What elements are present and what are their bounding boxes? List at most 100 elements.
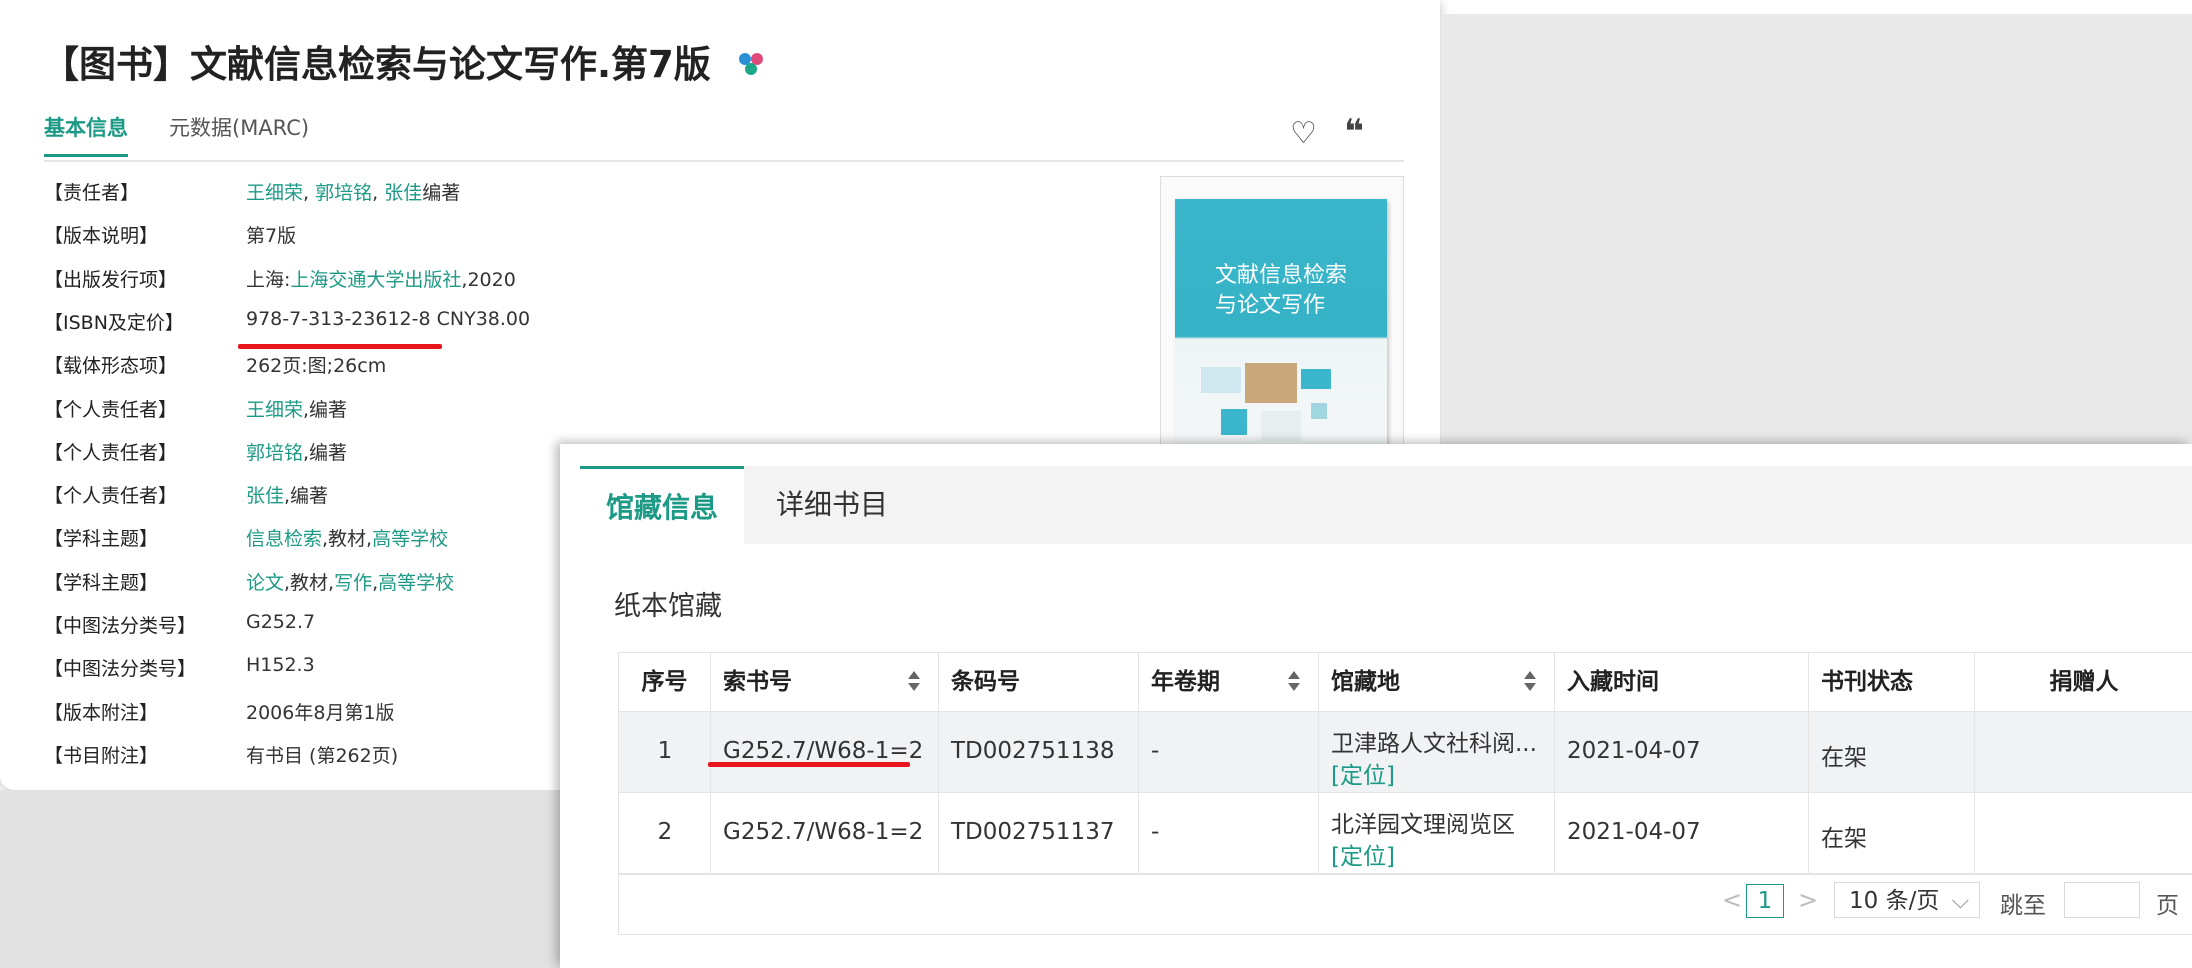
field-value: 张佳,编著 [246, 481, 328, 508]
cell-volume-text: - [1151, 738, 1160, 764]
field-text: 编著 [422, 182, 461, 204]
book-title-text: 【图书】文献信息检索与论文写作.第7版 [42, 43, 711, 86]
tab-details[interactable]: 详细书目 [750, 466, 914, 544]
favorite-icon[interactable]: ♡ [1290, 116, 1317, 151]
table-header: 序号 索书号 条码号 年卷期 馆藏地 入藏时间 书刊状态 捐赠人 [619, 653, 2192, 712]
field-link[interactable]: 张佳 [246, 485, 284, 507]
field-text: ,编著 [303, 398, 348, 421]
field-label: 【个人责任者】 [44, 441, 178, 464]
cover-graphic [1201, 363, 1331, 441]
field-value: 2006年8月第1版 [246, 698, 395, 725]
field-link[interactable]: 高等学校 [372, 528, 448, 550]
field-label: 【个人责任者】 [44, 485, 178, 508]
record-tabs: 基本信息 元数据(MARC) [44, 112, 1404, 162]
field-text: 262页:图;26cm [246, 355, 387, 378]
page-size-select[interactable]: 10 条/页 ⌵ [1834, 882, 1980, 918]
sort-icon[interactable] [908, 671, 920, 693]
page-1-button[interactable]: 1 [1746, 884, 1784, 918]
field-text: ,2020 [461, 268, 516, 291]
cite-icon[interactable]: ❝ [1344, 112, 1364, 152]
field-link[interactable]: 高等学校 [378, 572, 454, 594]
tab-basic-info[interactable]: 基本信息 [44, 112, 128, 157]
col-location-label: 馆藏地 [1331, 669, 1400, 695]
cell-status-text: 在架 [1821, 745, 1867, 771]
field-value: 论文,教材,写作,高等学校 [246, 568, 454, 595]
field-label: 【个人责任者】 [44, 398, 178, 421]
field-text: 上海: [246, 268, 291, 291]
field-value: G252.7 [246, 611, 315, 633]
share-icon[interactable] [736, 49, 766, 79]
field-text: ,编著 [303, 441, 348, 464]
page-size-value: 10 条/页 [1849, 888, 1940, 914]
field-text: ,教材, [284, 571, 335, 594]
cell-location: 卫津路人文社科阅... [定位] [1319, 712, 1555, 792]
prev-page-icon[interactable]: < [1722, 886, 1742, 914]
field-label: 【学科主题】 [44, 571, 159, 594]
field-text: H152.3 [246, 654, 315, 677]
field-label: 【出版发行项】 [44, 268, 178, 291]
jump-page-input[interactable] [2064, 882, 2140, 918]
field-label: 【版本说明】 [44, 225, 159, 248]
table-row[interactable]: 1 G252.7/W68-1=2 TD002751138 - 卫津路人文社科阅.… [619, 712, 2192, 793]
record-tools: ♡ ❝ [1290, 112, 1380, 152]
col-barcode: 条码号 [939, 653, 1139, 711]
field-text: , [372, 182, 385, 204]
field-text: 978-7-313-23612-8 CNY38.00 [246, 307, 531, 330]
field-label: 【中图法分类号】 [44, 615, 197, 637]
field-link[interactable]: 论文 [246, 572, 284, 594]
field-link[interactable]: 郭培铭 [246, 442, 303, 464]
field-link[interactable]: 信息检索 [246, 528, 322, 550]
pagination: < 1 > 10 条/页 ⌵ 跳至 页 [1710, 882, 2192, 920]
field-value: 王细荣,编著 [246, 395, 347, 422]
tab-marc[interactable]: 元数据(MARC) [169, 112, 309, 142]
field-text: ,教材, [322, 528, 373, 551]
sort-icon[interactable] [1524, 671, 1536, 693]
field-text: 有书目 (第262页) [246, 744, 399, 767]
cover-title-line2: 与论文写作 [1215, 293, 1326, 318]
field-value: 信息检索,教材,高等学校 [246, 524, 448, 551]
cell-no-text: 1 [657, 738, 673, 764]
col-call-number[interactable]: 索书号 [711, 653, 939, 711]
section-title: 纸本馆藏 [614, 591, 722, 622]
field-link[interactable]: 上海交通大学出版社 [290, 269, 461, 291]
book-cover[interactable]: 文献信息检索 与论文写作 [1160, 176, 1404, 448]
cell-call-text: G252.7/W68-1=2 [723, 738, 924, 764]
cell-no: 1 [619, 712, 711, 792]
field-label: 【中图法分类号】 [44, 658, 197, 681]
field-label: 【学科主题】 [44, 528, 159, 551]
field-label: 【ISBN及定价】 [44, 311, 184, 334]
sort-icon[interactable] [1288, 671, 1300, 693]
field-text: 2006年8月第1版 [246, 701, 395, 724]
col-call-number-label: 索书号 [723, 669, 792, 695]
field-label: 【版本附注】 [44, 701, 159, 724]
field-link[interactable]: 写作 [334, 572, 372, 594]
field-value: 有书目 (第262页) [246, 741, 398, 768]
cell-status: 在架 [1809, 712, 1975, 792]
field-link[interactable]: 王细荣 [246, 182, 303, 204]
field-label: 【载体形态项】 [44, 355, 178, 378]
cell-call-number: G252.7/W68-1=2 [711, 712, 939, 792]
chevron-down-icon: ⌵ [1951, 888, 1969, 914]
field-text: ,编著 [284, 485, 329, 508]
col-donor: 捐赠人 [2049, 669, 2119, 695]
book-title: 【图书】文献信息检索与论文写作.第7版 [42, 34, 766, 88]
locate-link[interactable]: [定位] [1331, 756, 1395, 790]
call-number-underline [708, 762, 910, 767]
col-status: 书刊状态 [1809, 653, 1975, 711]
tab-holdings[interactable]: 馆藏信息 [580, 466, 745, 547]
field-text: 第7版 [246, 225, 297, 248]
field-link[interactable]: 郭培铭 [315, 182, 372, 204]
field-link[interactable]: 王细荣 [246, 399, 303, 421]
page-suffix: 页 [2156, 893, 2179, 919]
field-value: 262页:图;26cm [246, 351, 386, 378]
field-link[interactable]: 张佳 [384, 182, 422, 204]
field-label: 【书目附注】 [44, 744, 159, 767]
background-area [1443, 14, 2192, 444]
col-volume[interactable]: 年卷期 [1139, 653, 1319, 711]
field-value: 978-7-313-23612-8 CNY38.00 [246, 308, 530, 330]
cell-location-text: 北洋园文理阅览区 [1331, 812, 1515, 838]
next-page-icon[interactable]: > [1798, 886, 1818, 914]
field-text: G252.7 [246, 611, 316, 633]
field-value: 王细荣, 郭培铭, 张佳编著 [246, 178, 460, 205]
col-location[interactable]: 馆藏地 [1319, 653, 1555, 711]
